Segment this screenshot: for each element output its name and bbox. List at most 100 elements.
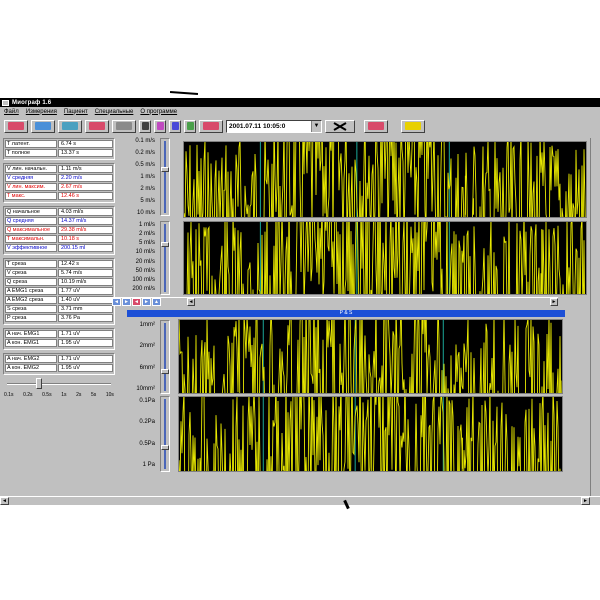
vertical-scrollbar[interactable]	[590, 138, 600, 496]
area-slider[interactable]	[160, 320, 170, 394]
scale-tick-label: 5 m/s	[140, 198, 155, 204]
scale-tick-label: 0.1 m/s	[135, 138, 155, 144]
palette-icon	[156, 122, 164, 130]
delete-button[interactable]	[325, 119, 355, 133]
scroll-left-button[interactable]: ◄	[0, 497, 9, 505]
param-row: V средняя 2.20 m/s	[5, 174, 113, 182]
param-value: 200.15 ml	[58, 244, 113, 252]
velocity-scale: 0.1 m/s 0.2 m/s 0.5 m/s 1 m/s 2 m/s 5 m/s 10 m…	[121, 138, 155, 216]
print-icon	[116, 122, 132, 130]
param-row: T среза 12.42 s	[5, 260, 113, 268]
menu-about[interactable]: О программе	[140, 109, 177, 115]
slider-thumb[interactable]	[36, 378, 42, 389]
scale-tick-label: 2 ml/s	[138, 231, 155, 238]
calendar-button[interactable]	[199, 119, 223, 133]
param-label: T среза	[5, 260, 57, 268]
measure-button[interactable]	[85, 119, 109, 133]
chan-up-button[interactable]: ▲	[152, 298, 161, 306]
info-icon	[405, 122, 421, 130]
copy-button[interactable]	[169, 119, 181, 133]
slider-track	[164, 399, 166, 469]
horizontal-scrollbar[interactable]: ◄ ►	[0, 496, 600, 505]
param-row: A кон. EMG1 1.95 uV	[5, 339, 113, 347]
param-label: V лин. максим.	[5, 183, 57, 191]
patient-button[interactable]	[31, 119, 55, 133]
settings-button[interactable]	[184, 119, 196, 133]
pen-mark	[169, 91, 199, 95]
velocity-plot[interactable]	[183, 98, 587, 297]
slider-thumb[interactable]	[161, 445, 169, 450]
param-value: 1.71 uV	[58, 330, 113, 338]
menu-special[interactable]: Специальные	[95, 109, 134, 115]
subwindow-title: Р & S	[127, 310, 565, 317]
chevron-down-icon[interactable]: ▼	[311, 120, 321, 132]
measure-icon	[89, 122, 105, 130]
param-label: T латент.	[5, 140, 57, 148]
slider-track	[164, 323, 166, 391]
slider-thumb[interactable]	[161, 242, 169, 247]
pressure-trace	[178, 358, 562, 505]
chan-right-button[interactable]: ►	[122, 298, 131, 306]
area-plot[interactable]	[178, 282, 563, 472]
param-row: V эффективное 200.15 ml	[5, 244, 113, 252]
pressure-slider[interactable]	[160, 396, 170, 472]
flow-group: Q начальное 4.03 ml/s Q средняя 14.37 ml/s Q…	[3, 206, 115, 255]
title-bar: Миограф 1.6	[0, 98, 600, 107]
velocity-slider[interactable]	[160, 138, 170, 216]
pressure-plot[interactable]	[178, 358, 563, 505]
param-row: V лин. максим. 2.67 m/s	[5, 183, 113, 191]
menu-patient[interactable]: Пациент	[64, 109, 88, 115]
time-scale-label: 5s	[90, 392, 97, 398]
param-row: A кон. EMG2 1.95 uV	[5, 364, 113, 372]
param-value: 1.95 uV	[58, 339, 113, 347]
info-button[interactable]	[401, 119, 425, 133]
param-row: Q начальное 4.03 ml/s	[5, 208, 113, 216]
compare-button[interactable]	[364, 119, 388, 133]
param-label: A кон. EMG2	[5, 364, 57, 372]
chan-prev-button[interactable]: ◄	[132, 298, 141, 306]
copy-icon	[171, 122, 179, 130]
channel-scrollbar[interactable]: ◄ ► ◄ ► ▲ ◄ ►	[112, 297, 558, 306]
lock-button[interactable]	[139, 119, 151, 133]
close-icon	[333, 121, 347, 131]
print-button[interactable]	[112, 119, 136, 133]
emg1-group: A нач. EMG1 1.71 uV A кон. EMG1 1.95 uV	[3, 328, 115, 350]
scroll-right-button[interactable]: ►	[581, 497, 590, 505]
param-label: A кон. EMG1	[5, 339, 57, 347]
pressure-scale: 0.1Pa 0.2Pa 0.5Pa 1 Pa	[121, 398, 155, 468]
scroll-left-button[interactable]: ◄	[187, 298, 195, 306]
scroll-right-button[interactable]: ►	[550, 298, 558, 306]
waveform-path	[183, 170, 587, 372]
flow-plot[interactable]	[183, 170, 587, 372]
scale-tick-label: 1 Pa	[142, 462, 155, 468]
record-button[interactable]	[58, 119, 82, 133]
slider-thumb[interactable]	[161, 369, 169, 374]
param-value: 1.40 uV	[58, 296, 113, 304]
scale-tick-label: 6mm²	[139, 364, 155, 371]
scale-tick-label: 5 ml/s	[138, 240, 155, 247]
param-label: V средняя	[5, 174, 57, 182]
open-button[interactable]	[4, 119, 28, 133]
color-button[interactable]	[154, 119, 166, 133]
flow-scale: 1 ml/s 2 ml/s 5 ml/s 10 ml/s 20 ml/s 50 ml/s 1…	[121, 222, 155, 292]
record-icon	[62, 122, 78, 130]
date-select[interactable]: 2001.07.11 10:05:0 ▼	[226, 119, 322, 133]
param-label: Q начальное	[5, 208, 57, 216]
param-value: 10.19 ml/s	[58, 278, 113, 286]
param-value: 5.74 m/s	[58, 269, 113, 277]
scale-tick-label: 10mm²	[136, 386, 155, 392]
menu-file[interactable]: Файл	[4, 109, 19, 115]
param-label: A нач. EMG2	[5, 355, 57, 363]
time-scale-slider[interactable]	[3, 378, 115, 390]
param-label: T макс.	[5, 192, 57, 200]
flow-slider[interactable]	[160, 221, 170, 295]
scale-tick-label: 50 ml/s	[135, 267, 155, 274]
chan-next-button[interactable]: ►	[142, 298, 151, 306]
slider-thumb[interactable]	[161, 167, 169, 172]
slider-track	[164, 141, 166, 213]
menu-measurements[interactable]: Измерения	[26, 109, 57, 115]
param-row: T латент. 6.74 s	[5, 140, 113, 148]
param-label: A EMG2 среза	[5, 296, 57, 304]
param-label: Q средняя	[5, 217, 57, 225]
chan-left-button[interactable]: ◄	[112, 298, 121, 306]
